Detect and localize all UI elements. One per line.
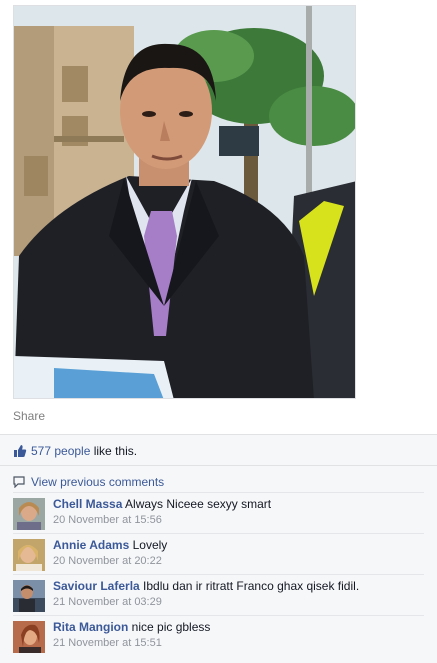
facebook-photo-post: Share 577 people like this. View previou… (0, 0, 437, 663)
speech-bubble-icon (13, 476, 25, 488)
comment-text: Lovely (132, 538, 168, 552)
comment-text: Always Niceee sexyy smart (125, 497, 272, 511)
comment-divider (13, 533, 424, 534)
comment-body: Rita Mangion nice pic gbless 21 November… (53, 620, 428, 649)
avatar[interactable] (13, 539, 45, 571)
post-photo[interactable] (13, 5, 356, 399)
comments-section: View previous comments Chell Massa Alway… (0, 465, 437, 663)
avatar-image (13, 498, 45, 530)
comment-body: Chell Massa Always Niceee sexyy smart 20… (53, 497, 428, 526)
comment-item: Annie Adams Lovely 20 November at 20:22 (13, 538, 433, 575)
comment-item: Rita Mangion nice pic gbless 21 November… (13, 620, 433, 657)
comment-author[interactable]: Chell Massa (53, 497, 122, 511)
avatar[interactable] (13, 580, 45, 612)
comment-timestamp[interactable]: 20 November at 20:22 (53, 555, 428, 567)
view-previous-comments-label: View previous comments (31, 475, 165, 489)
comment-body: Annie Adams Lovely 20 November at 20:22 (53, 538, 428, 567)
avatar[interactable] (13, 498, 45, 530)
like-count-link[interactable]: 577 people (31, 444, 90, 458)
comment-divider (13, 615, 424, 616)
comment-timestamp[interactable]: 20 November at 15:56 (53, 514, 428, 526)
comment-item: Saviour Laferla Ibdlu dan ir ritratt Fra… (13, 579, 433, 616)
comment-author[interactable]: Saviour Laferla (53, 579, 140, 593)
likes-bar: 577 people like this. (0, 434, 437, 465)
view-previous-comments-link[interactable]: View previous comments (13, 475, 164, 489)
thumbs-up-icon[interactable] (13, 444, 27, 458)
comment-author[interactable]: Rita Mangion (53, 620, 128, 634)
comment-timestamp[interactable]: 21 November at 03:29 (53, 596, 428, 608)
comment-author[interactable]: Annie Adams (53, 538, 129, 552)
photo-illustration (14, 6, 355, 398)
comment-text: nice pic gbless (131, 620, 211, 634)
comment-item: Chell Massa Always Niceee sexyy smart 20… (13, 497, 433, 534)
avatar-image (13, 621, 45, 653)
share-link[interactable]: Share (13, 409, 45, 423)
like-summary-suffix: like this. (90, 444, 138, 458)
avatar-image (13, 580, 45, 612)
like-summary: 577 people like this. (31, 444, 137, 458)
comment-timestamp[interactable]: 21 November at 15:51 (53, 637, 428, 649)
avatar-image (13, 539, 45, 571)
comment-divider (13, 574, 424, 575)
avatar[interactable] (13, 621, 45, 653)
comment-body: Saviour Laferla Ibdlu dan ir ritratt Fra… (53, 579, 428, 608)
comment-text: Ibdlu dan ir ritratt Franco ghax qisek f… (143, 579, 360, 593)
comment-divider (13, 492, 424, 493)
